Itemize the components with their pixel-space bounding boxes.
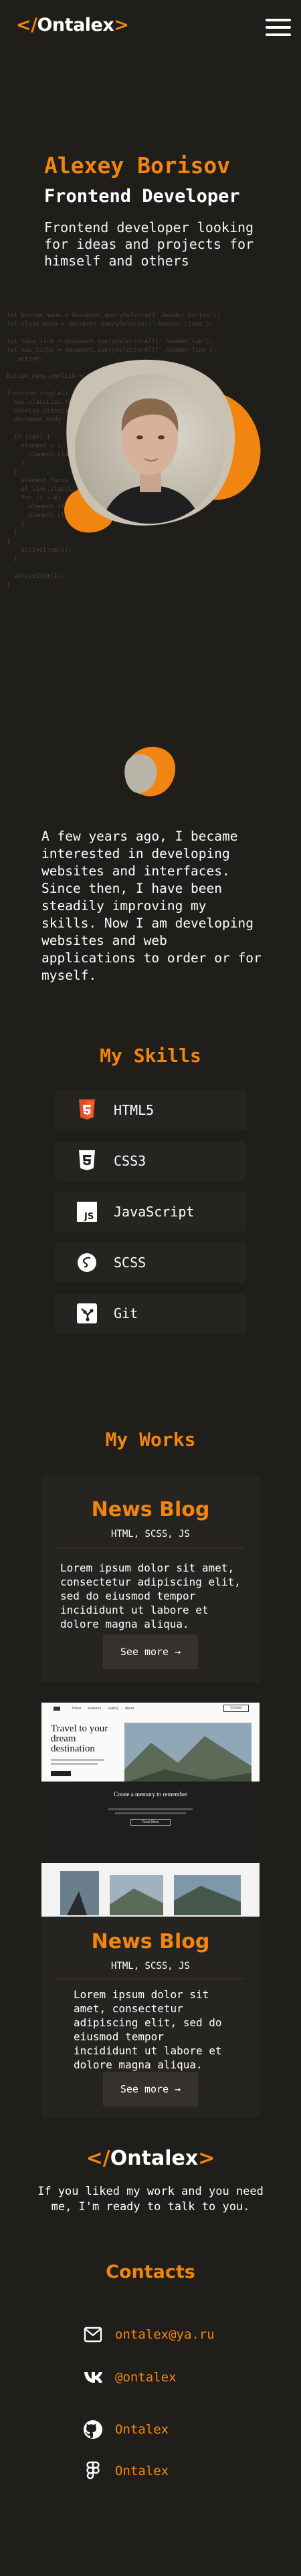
contacts-title: Contacts	[106, 2262, 195, 2282]
vk-icon	[83, 2367, 103, 2387]
preview-section-title: Create a memory to remember	[114, 1791, 187, 1798]
contact-github-link[interactable]: Ontalex	[83, 2420, 169, 2440]
logo-bracket-open: </	[16, 15, 37, 35]
hero-description: Frontend developer looking for ideas and…	[44, 219, 254, 269]
profile-photo	[64, 359, 261, 533]
preview-nav-item: About	[124, 1707, 134, 1711]
preview-gallery	[60, 1871, 241, 1915]
work-card-description: Lorem ipsum dolor sit amet, consectetur …	[74, 1988, 222, 2071]
contact-label: ontalex@ya.ru	[115, 2327, 215, 2342]
skill-javascript: JS JavaScript	[55, 1192, 246, 1232]
skill-git: Git	[55, 1293, 246, 1333]
contact-label: @ontalex	[115, 2370, 177, 2385]
skill-label: Git	[114, 1305, 138, 1321]
svg-text:JS: JS	[84, 1212, 94, 1222]
mail-icon	[83, 2325, 103, 2345]
footer-logo: </Ontalex>	[0, 2147, 301, 2170]
git-icon	[75, 1301, 99, 1325]
see-more-button[interactable]: See more →	[103, 1634, 198, 1669]
skill-label: HTML5	[114, 1102, 155, 1118]
contact-label: Ontalex	[115, 2464, 169, 2478]
skills-title: My Skills	[100, 1045, 201, 1067]
skill-css3: CSS3	[55, 1141, 246, 1181]
contact-figma-link[interactable]: Ontalex	[83, 2461, 169, 2481]
work-card-title: News Blog	[91, 1930, 210, 1953]
logo-bracket-open: </	[86, 2147, 110, 2170]
hero-role: Frontend Developer	[44, 186, 240, 207]
contact-label: Ontalex	[115, 2422, 169, 2437]
preview-headline: Travel to your dream destination	[51, 1723, 108, 1754]
javascript-icon: JS	[75, 1200, 99, 1224]
contact-email-link[interactable]: ontalex@ya.ru	[83, 2325, 215, 2345]
skill-label: SCSS	[114, 1255, 146, 1271]
work-card-divider	[58, 1978, 243, 1979]
skill-label: CSS3	[114, 1153, 146, 1169]
logo-name: Ontalex	[110, 2147, 199, 2170]
skill-scss: SCSS	[55, 1243, 246, 1283]
preview-nav-item: Gallery	[108, 1707, 118, 1711]
contact-vk-link[interactable]: @ontalex	[83, 2367, 177, 2387]
preview-contact-button: Contact	[223, 1705, 249, 1712]
work-card-title: News Blog	[91, 1498, 210, 1521]
hero-name: Alexey Borisov	[44, 152, 231, 179]
work-card: News Blog HTML, SCSS, JS Lorem ipsum dol…	[41, 1917, 260, 2117]
work-card-divider	[58, 1547, 243, 1549]
site-header: </Ontalex>	[0, 0, 301, 55]
preview-read-more: Read More	[130, 1819, 171, 1826]
hamburger-icon[interactable]	[266, 19, 291, 36]
contact-cta: If you liked my work and you need me, I'…	[37, 2185, 264, 2214]
work-card-description: Lorem ipsum dolor sit amet, consectetur …	[60, 1562, 241, 1630]
css3-icon	[75, 1149, 99, 1173]
html5-icon	[75, 1098, 99, 1122]
preview-nav: Home Features Gallery About	[72, 1707, 134, 1711]
about-decoration	[124, 746, 176, 796]
sass-icon	[75, 1251, 99, 1275]
work-card-tags: HTML, SCSS, JS	[110, 1961, 190, 1971]
about-text: A few years ago, I became interested in …	[41, 829, 262, 983]
logo-bracket-close: >	[198, 2147, 215, 2170]
site-logo[interactable]: </Ontalex>	[16, 15, 129, 35]
see-more-button[interactable]: See more →	[103, 2072, 198, 2107]
work-card: News Blog HTML, SCSS, JS Lorem ipsum dol…	[41, 1475, 260, 1683]
works-title: My Works	[105, 1428, 196, 1451]
logo-name: Ontalex	[37, 15, 114, 35]
skill-label: JavaScript	[114, 1204, 195, 1220]
logo-bracket-close: >	[114, 15, 129, 35]
project-preview-image: Home Features Gallery About Contact Trav…	[41, 1703, 260, 1917]
figma-icon	[83, 2461, 103, 2481]
work-card-tags: HTML, SCSS, JS	[110, 1529, 190, 1539]
preview-nav-item: Home	[72, 1707, 82, 1711]
preview-nav-item: Features	[88, 1707, 102, 1711]
github-icon	[83, 2420, 103, 2440]
skill-html5: HTML5	[55, 1090, 246, 1130]
